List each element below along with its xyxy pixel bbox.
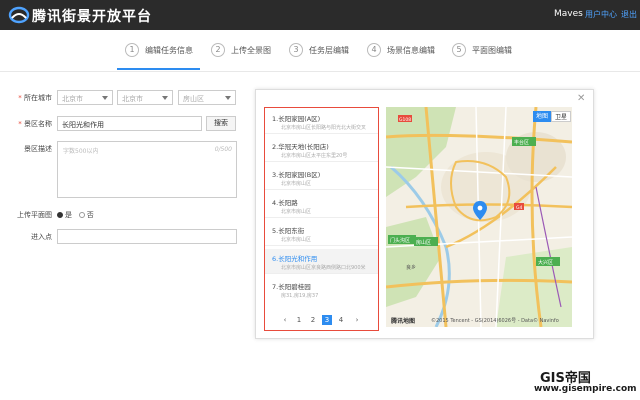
result-address: 北京市房山区: [281, 209, 312, 215]
list-item[interactable]: 2.华冠天地(长阳店) 北京市房山区太平庄东里20号: [265, 137, 378, 162]
char-counter: 0/500: [214, 146, 232, 153]
tencent-map-logo: 腾讯地图: [391, 318, 416, 325]
list-item[interactable]: 3.长阳家园(B区) 北京市房山区: [265, 165, 378, 190]
description-label: 景区描述: [24, 145, 52, 153]
brand-title: 腾讯街景开放平台: [32, 9, 152, 25]
map-type-standard[interactable]: 地图: [533, 111, 551, 122]
city-select[interactable]: 北京市: [117, 90, 173, 105]
result-address: 北京市房山区: [281, 237, 312, 243]
wizard-steps: 1 编辑任务信息 2 上传全景图 3 任务层编辑 4 场景信息编辑 5 平面图编…: [0, 30, 640, 70]
province-select[interactable]: 北京市: [57, 90, 113, 105]
search-results-list: 1.长阳家园(A区) 北京市房山区长阳路与阳光北大街交叉 2.华冠天地(长阳店) 北…: [264, 107, 379, 331]
close-icon[interactable]: ✕: [577, 93, 585, 104]
map-copyright: ©2015 Tencent - GS(2014)6026号 - Data© Na…: [431, 318, 559, 324]
step-number: 1: [125, 43, 139, 57]
result-address: 北京市房山区京良路西侧路口北900米: [281, 265, 366, 271]
result-title: 7.长阳碧桂园: [272, 283, 311, 291]
map-view[interactable]: 门头沟区 丰台区 房山区 大兴区 良乡 G108 G4: [386, 107, 572, 327]
username: Maves: [554, 9, 583, 19]
page-3-current[interactable]: 3: [322, 315, 332, 325]
tencent-streetview-logo-icon: [8, 6, 30, 24]
scene-name-label: * 景区名称: [18, 120, 52, 128]
result-address: 房31,房19,房37: [281, 293, 319, 299]
result-address: 北京市房山区太平庄东里20号: [281, 153, 348, 159]
entry-point-input[interactable]: [57, 229, 237, 244]
step-number: 3: [289, 43, 303, 57]
active-step-indicator: [117, 68, 200, 70]
step-label: 场景信息编辑: [387, 46, 435, 55]
next-page-button[interactable]: ›: [352, 315, 362, 325]
list-item-selected[interactable]: 6.长阳光和作用北京市房山区京良路西侧路口北900米: [265, 249, 378, 274]
map-label: 良乡: [406, 264, 416, 271]
chevron-down-icon: [225, 96, 231, 100]
map-label: 丰台区: [514, 139, 529, 146]
floor-plan-label: 上传平面图: [17, 211, 52, 219]
step-label: 平面图编辑: [472, 46, 512, 55]
list-item[interactable]: 4.长阳路北京市房山区: [265, 193, 378, 218]
page-4[interactable]: 4: [336, 315, 346, 325]
page-1[interactable]: 1: [294, 315, 304, 325]
city-label: * 所在城市: [18, 94, 52, 102]
list-item[interactable]: 1.长阳家园(A区) 北京市房山区长阳路与阳光北大街交叉: [265, 109, 378, 134]
highway-shield-label: G4: [516, 205, 522, 211]
highway-shield-label: G108: [399, 117, 411, 123]
map-label: 门头沟区: [390, 237, 410, 244]
result-address: 北京市房山区: [281, 181, 312, 187]
result-address: 北京市房山区长阳路与阳光北大街交叉: [281, 125, 367, 131]
floor-plan-radio-group: 是 否: [57, 210, 94, 220]
step-label: 上传全景图: [231, 46, 271, 55]
description-textarea[interactable]: 字数500以内 0/500: [57, 141, 237, 198]
map-label: 大兴区: [538, 259, 553, 266]
map-canvas: 门头沟区 丰台区 房山区 大兴区 良乡 G108 G4: [386, 107, 572, 327]
search-button[interactable]: 搜索: [206, 116, 236, 131]
watermark-url: www.gisempire.com: [534, 384, 637, 394]
district-select[interactable]: 房山区: [178, 90, 236, 105]
radio-no[interactable]: 否: [78, 211, 94, 219]
page-2[interactable]: 2: [308, 315, 318, 325]
radio-yes[interactable]: 是: [57, 211, 72, 219]
chevron-down-icon: [102, 96, 108, 100]
radio-unchecked-icon: [78, 212, 85, 218]
description-placeholder: 字数500以内: [63, 148, 99, 155]
scene-name-input[interactable]: 长阳光和作用: [57, 116, 202, 131]
top-bar: 腾讯街景开放平台 Maves 用户中心 退出: [0, 0, 640, 30]
result-title: 3.长阳家园(B区): [272, 171, 321, 179]
user-center-link[interactable]: 用户中心: [585, 9, 617, 20]
step-label: 任务层编辑: [309, 46, 349, 55]
list-item[interactable]: 5.长阳东街北京市房山区: [265, 221, 378, 246]
map-label: 房山区: [416, 239, 431, 246]
prev-page-button[interactable]: ‹: [280, 315, 290, 325]
result-title: 4.长阳路: [272, 199, 298, 207]
step-number: 4: [367, 43, 381, 57]
step-label: 编辑任务信息: [145, 46, 193, 55]
entry-point-label: 进入点: [31, 233, 52, 241]
result-title: 5.长阳东街: [272, 227, 305, 235]
divider: [0, 71, 640, 72]
result-title: 1.长阳家园(A区): [272, 115, 321, 123]
logout-link[interactable]: 退出: [621, 9, 637, 20]
list-item[interactable]: 7.长阳碧桂园房31,房19,房37: [265, 277, 378, 302]
chevron-down-icon: [162, 96, 168, 100]
radio-checked-icon: [57, 212, 63, 218]
result-title: 6.长阳光和作用: [272, 255, 318, 263]
map-type-satellite[interactable]: 卫星: [551, 111, 571, 122]
step-number: 2: [211, 43, 225, 57]
result-title: 2.华冠天地(长阳店): [272, 143, 329, 151]
step-number: 5: [452, 43, 466, 57]
